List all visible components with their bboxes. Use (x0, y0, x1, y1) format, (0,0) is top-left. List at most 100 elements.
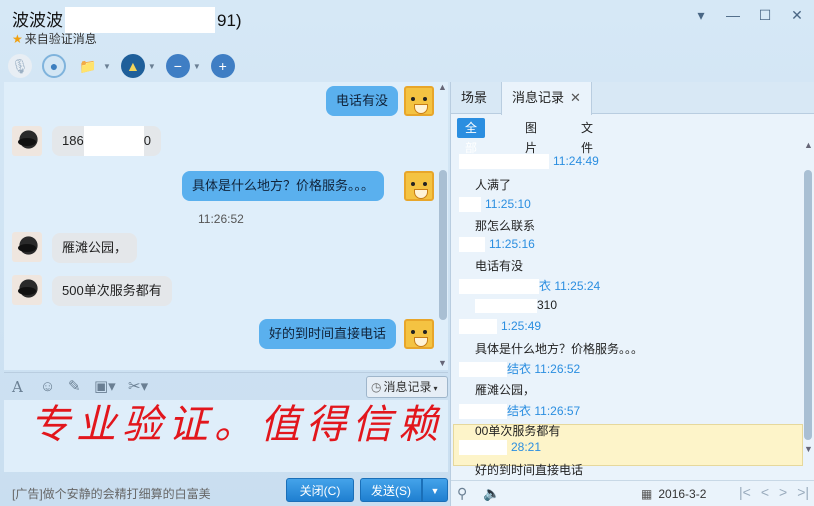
history-time: 1:25:49 (501, 319, 542, 333)
scroll-thumb[interactable] (804, 170, 812, 440)
title-bar: 波波波 91) ★ 来自验证消息 ▾ — ☐ ✕ (0, 0, 814, 50)
send-button[interactable]: 发送(S) (360, 478, 422, 502)
avatar[interactable] (12, 275, 42, 305)
minimize-button[interactable]: — (724, 6, 742, 24)
redaction (459, 362, 507, 378)
date-picker[interactable]: ▦ 2016-3-2 (641, 487, 706, 501)
next-page-icon[interactable]: > (779, 484, 787, 500)
history-time: 28:21 (511, 440, 542, 454)
history-time: 11:25:24 (554, 279, 601, 293)
scroll-up-icon[interactable]: ▲ (804, 140, 813, 150)
microphone-icon: 🎙 (8, 54, 32, 78)
font-icon[interactable]: A (12, 378, 23, 396)
redaction (459, 404, 507, 420)
history-message: 人满了 (475, 178, 512, 192)
prev-page-icon[interactable]: < (761, 484, 769, 500)
date-value: 2016-3-2 (658, 487, 707, 501)
maximize-button[interactable]: ☐ (756, 6, 774, 24)
history-sender: 衣 11:25:24 (459, 277, 601, 295)
video-call-button[interactable]: ● (42, 53, 66, 79)
history-sender-name: 结衣 (507, 362, 532, 376)
voice-call-button[interactable]: 🎙 (8, 53, 32, 79)
history-scrollbar[interactable]: ▲ ▼ (803, 140, 813, 476)
history-time: 11:26:57 (534, 404, 581, 418)
send-file-button[interactable]: 📁 ▼ (76, 53, 111, 79)
redaction (459, 197, 481, 213)
avatar[interactable] (12, 232, 42, 262)
message-bubble: 186 0 (52, 126, 161, 156)
history-message: 00单次服务都有 (475, 424, 561, 438)
remote-assist-icon: ▲ (120, 54, 145, 78)
add-contact-button[interactable]: + (210, 53, 235, 79)
history-pagination: |< < > >| (739, 484, 809, 500)
window-title: 波波波 91) (12, 6, 242, 33)
chevron-down-icon: ▼ (147, 61, 156, 71)
scroll-up-icon[interactable]: ▲ (438, 82, 447, 92)
history-sender: 11:24:49 (459, 154, 599, 170)
message-text: 0 (143, 133, 151, 148)
scroll-down-icon[interactable]: ▼ (804, 444, 813, 454)
remote-assist-button[interactable]: ▲ ▼ (120, 53, 156, 79)
history-sender: 1:25:49 (459, 319, 542, 335)
message-text: 186 (62, 133, 84, 148)
folder-icon: 📁 (79, 57, 97, 74)
message-bubble: 500单次服务都有 (52, 276, 172, 306)
avatar[interactable] (404, 319, 434, 349)
redaction (459, 319, 497, 335)
avatar[interactable] (404, 86, 434, 116)
send-options-button[interactable]: ▼ (422, 478, 448, 502)
redaction (459, 154, 549, 170)
title-redaction (65, 6, 215, 33)
history-message-text: 310 (537, 298, 558, 312)
history-sender: 11:25:10 (459, 197, 531, 213)
history-message: 雁滩公园， (475, 383, 536, 397)
close-button[interactable]: 关闭(C) (286, 478, 354, 502)
ad-link[interactable]: [广告]做个安静的会精打细算的白富美 (12, 485, 211, 502)
watermark-overlay: 专业验证。值得信赖 (30, 402, 444, 448)
history-message: 好的到时间直接电话 (475, 463, 584, 476)
redaction (475, 298, 537, 313)
first-page-icon[interactable]: |< (739, 484, 751, 500)
menu-dropdown-icon[interactable]: ▾ (692, 6, 710, 24)
remove-contact-icon: − (165, 54, 190, 78)
filter-all[interactable]: 全部 (457, 118, 486, 155)
close-window-button[interactable]: ✕ (788, 6, 806, 24)
video-icon: ● (42, 54, 66, 78)
message-bubble: 好的到时间直接电话 (259, 319, 397, 349)
tab-message-history[interactable]: 消息记录 ✕ (501, 82, 592, 115)
message-area[interactable]: 电话有没 186 0 具体是什么地方？价格服务。。。 11:26:52 雁滩公园，… (4, 82, 448, 370)
history-message: 那怎么联系 (475, 219, 536, 233)
history-sender-name: 衣 (539, 279, 552, 293)
tab-scene[interactable]: 场景 (451, 82, 497, 114)
chevron-down-icon: ▼ (430, 486, 440, 496)
avatar[interactable] (404, 171, 434, 201)
redaction (459, 440, 507, 456)
calendar-icon: ▦ (641, 487, 653, 501)
title-start: 波波波 (12, 11, 63, 30)
filter-files[interactable]: 文件 (573, 118, 601, 155)
window-controls: ▾ — ☐ ✕ (692, 6, 806, 24)
bottom-bar: [广告]做个安静的会精打细算的白富美 关闭(C) 发送(S) ▼ (0, 474, 450, 506)
message-timestamp: 11:26:52 (198, 212, 244, 226)
scroll-thumb[interactable] (439, 170, 447, 320)
close-icon[interactable]: ✕ (570, 90, 581, 105)
scroll-down-icon[interactable]: ▼ (438, 358, 447, 368)
history-message: 310 (475, 298, 557, 313)
history-time: 11:25:16 (489, 237, 535, 251)
history-list[interactable]: 11:24:49 人满了 11:25:10 那怎么联系 11:25:16 电话有… (451, 146, 803, 476)
star-icon: ★ (12, 32, 23, 46)
panel-tabs: 场景 消息记录 ✕ (451, 82, 814, 115)
remove-contact-button[interactable]: − ▼ (165, 53, 201, 79)
redaction (459, 237, 485, 253)
tab-label: 消息记录 (512, 90, 565, 105)
avatar[interactable] (12, 126, 42, 156)
history-sender: 结衣 11:26:52 (459, 360, 580, 378)
chat-window: 波波波 91) ★ 来自验证消息 ▾ — ☐ ✕ 🎙 ● 📁 ▼ ▲ ▼ − ▼ + 电话… (0, 0, 814, 506)
chat-scrollbar[interactable]: ▲ ▼ (438, 82, 447, 368)
history-sender-name: 结衣 (507, 404, 532, 418)
last-page-icon[interactable]: >| (797, 484, 809, 500)
filter-images[interactable]: 图片 (517, 118, 545, 155)
speaker-icon[interactable]: 🔈 (483, 485, 500, 502)
search-icon[interactable]: ⚲ (457, 485, 467, 502)
chevron-down-icon: ▼ (103, 61, 111, 71)
